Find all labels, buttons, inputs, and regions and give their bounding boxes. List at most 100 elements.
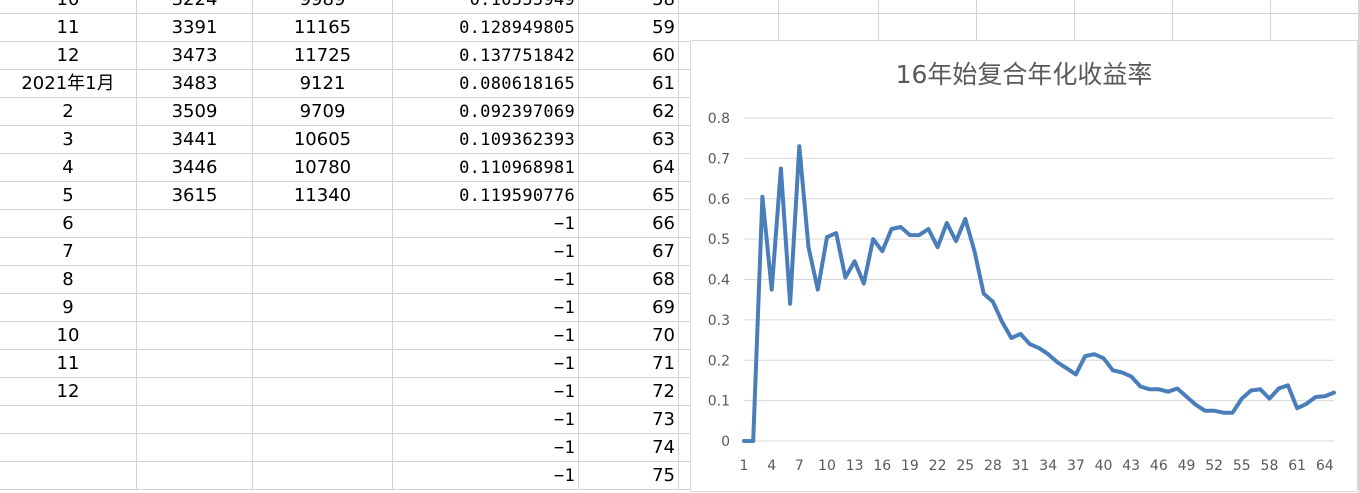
sheet-cell[interactable]: 8 — [0, 266, 137, 294]
sheet-cell[interactable] — [253, 378, 393, 406]
sheet-cell[interactable]: 3615 — [137, 182, 253, 210]
sheet-cell[interactable]: 3224 — [137, 0, 253, 14]
sheet-cell[interactable]: 11340 — [253, 182, 393, 210]
sheet-cell[interactable]: 0.109362393 — [393, 126, 579, 154]
sheet-cell[interactable]: 11 — [0, 350, 137, 378]
sheet-cell[interactable] — [253, 322, 393, 350]
sheet-cell[interactable]: 60 — [579, 42, 679, 70]
sheet-cell[interactable] — [137, 238, 253, 266]
sheet-cell[interactable]: −1 — [393, 294, 579, 322]
sheet-cell[interactable] — [879, 0, 977, 14]
sheet-cell[interactable] — [253, 210, 393, 238]
sheet-cell[interactable]: 11 — [0, 14, 137, 42]
sheet-cell[interactable] — [0, 462, 137, 490]
sheet-cell[interactable]: 0.128949805 — [393, 14, 579, 42]
sheet-cell[interactable]: 62 — [579, 98, 679, 126]
sheet-cell[interactable]: 59 — [579, 14, 679, 42]
sheet-cell[interactable] — [137, 294, 253, 322]
sheet-cell[interactable] — [253, 350, 393, 378]
sheet-cell[interactable]: 3 — [0, 126, 137, 154]
sheet-cell[interactable] — [137, 350, 253, 378]
sheet-cell[interactable] — [137, 378, 253, 406]
sheet-cell[interactable]: −1 — [393, 238, 579, 266]
sheet-cell[interactable] — [879, 14, 977, 42]
sheet-cell[interactable]: 0.092397069 — [393, 98, 579, 126]
sheet-cell[interactable]: 72 — [579, 378, 679, 406]
sheet-cell[interactable]: 12 — [0, 42, 137, 70]
sheet-cell[interactable]: 3473 — [137, 42, 253, 70]
sheet-cell[interactable]: 74 — [579, 434, 679, 462]
sheet-cell[interactable]: −1 — [393, 434, 579, 462]
sheet-cell[interactable]: 0.119590776 — [393, 182, 579, 210]
sheet-cell[interactable]: 11165 — [253, 14, 393, 42]
sheet-cell[interactable]: 3446 — [137, 154, 253, 182]
series-line[interactable] — [742, 144, 1336, 443]
sheet-cell[interactable]: 3483 — [137, 70, 253, 98]
sheet-cell[interactable]: 3391 — [137, 14, 253, 42]
sheet-cell[interactable] — [0, 434, 137, 462]
sheet-cell[interactable]: 3509 — [137, 98, 253, 126]
sheet-cell[interactable] — [1271, 14, 1359, 42]
sheet-cell[interactable] — [253, 406, 393, 434]
sheet-cell[interactable] — [253, 462, 393, 490]
sheet-cell[interactable]: 2 — [0, 98, 137, 126]
sheet-cell[interactable] — [1075, 0, 1173, 14]
sheet-cell[interactable]: 0.110968981 — [393, 154, 579, 182]
sheet-cell[interactable]: −1 — [393, 462, 579, 490]
sheet-cell[interactable]: 73 — [579, 406, 679, 434]
sheet-cell[interactable] — [1271, 0, 1359, 14]
sheet-cell[interactable]: 11725 — [253, 42, 393, 70]
sheet-cell[interactable]: 6 — [0, 210, 137, 238]
sheet-cell[interactable]: −1 — [393, 378, 579, 406]
sheet-cell[interactable]: 10605 — [253, 126, 393, 154]
sheet-cell[interactable]: 71 — [579, 350, 679, 378]
sheet-cell[interactable]: 63 — [579, 126, 679, 154]
sheet-cell[interactable]: 10 — [0, 0, 137, 14]
sheet-cell[interactable] — [679, 14, 779, 42]
sheet-cell[interactable]: 68 — [579, 266, 679, 294]
sheet-cell[interactable]: 3441 — [137, 126, 253, 154]
sheet-cell[interactable]: −1 — [393, 210, 579, 238]
sheet-cell[interactable]: 7 — [0, 238, 137, 266]
sheet-cell[interactable]: 9121 — [253, 70, 393, 98]
sheet-cell[interactable] — [137, 462, 253, 490]
sheet-cell[interactable] — [253, 266, 393, 294]
sheet-cell[interactable]: 2021年1月 — [0, 70, 137, 98]
sheet-cell[interactable]: 69 — [579, 294, 679, 322]
sheet-cell[interactable]: 64 — [579, 154, 679, 182]
line-chart[interactable]: 16年始复合年化收益率 0 0.1 0.2 0.3 0.4 0.5 0.6 0.7 0.8 1 4 7… — [690, 40, 1358, 492]
sheet-cell[interactable]: 58 — [579, 0, 679, 14]
sheet-cell[interactable] — [779, 0, 879, 14]
sheet-cell[interactable]: 0.137751842 — [393, 42, 579, 70]
sheet-cell[interactable] — [253, 434, 393, 462]
sheet-cell[interactable]: 10780 — [253, 154, 393, 182]
sheet-cell[interactable] — [137, 266, 253, 294]
sheet-cell[interactable] — [1173, 0, 1271, 14]
sheet-cell[interactable]: 65 — [579, 182, 679, 210]
sheet-cell[interactable]: 66 — [579, 210, 679, 238]
sheet-cell[interactable] — [977, 0, 1075, 14]
sheet-cell[interactable] — [253, 294, 393, 322]
sheet-cell[interactable] — [0, 406, 137, 434]
sheet-cell[interactable] — [1173, 14, 1271, 42]
sheet-cell[interactable] — [137, 406, 253, 434]
sheet-cell[interactable]: 0.10555949 — [393, 0, 579, 14]
sheet-cell[interactable]: 9709 — [253, 98, 393, 126]
sheet-cell[interactable]: 75 — [579, 462, 679, 490]
sheet-cell[interactable]: 4 — [0, 154, 137, 182]
sheet-cell[interactable]: 61 — [579, 70, 679, 98]
sheet-cell[interactable] — [1075, 14, 1173, 42]
sheet-cell[interactable] — [253, 238, 393, 266]
sheet-cell[interactable] — [977, 14, 1075, 42]
sheet-cell[interactable]: −1 — [393, 322, 579, 350]
sheet-cell[interactable]: 5 — [0, 182, 137, 210]
sheet-cell[interactable]: −1 — [393, 266, 579, 294]
sheet-cell[interactable] — [779, 14, 879, 42]
sheet-cell[interactable] — [137, 210, 253, 238]
sheet-cell[interactable] — [137, 322, 253, 350]
sheet-cell[interactable]: 70 — [579, 322, 679, 350]
sheet-cell[interactable] — [137, 434, 253, 462]
sheet-cell[interactable]: 10 — [0, 322, 137, 350]
sheet-cell[interactable]: 9 — [0, 294, 137, 322]
sheet-cell[interactable]: 67 — [579, 238, 679, 266]
